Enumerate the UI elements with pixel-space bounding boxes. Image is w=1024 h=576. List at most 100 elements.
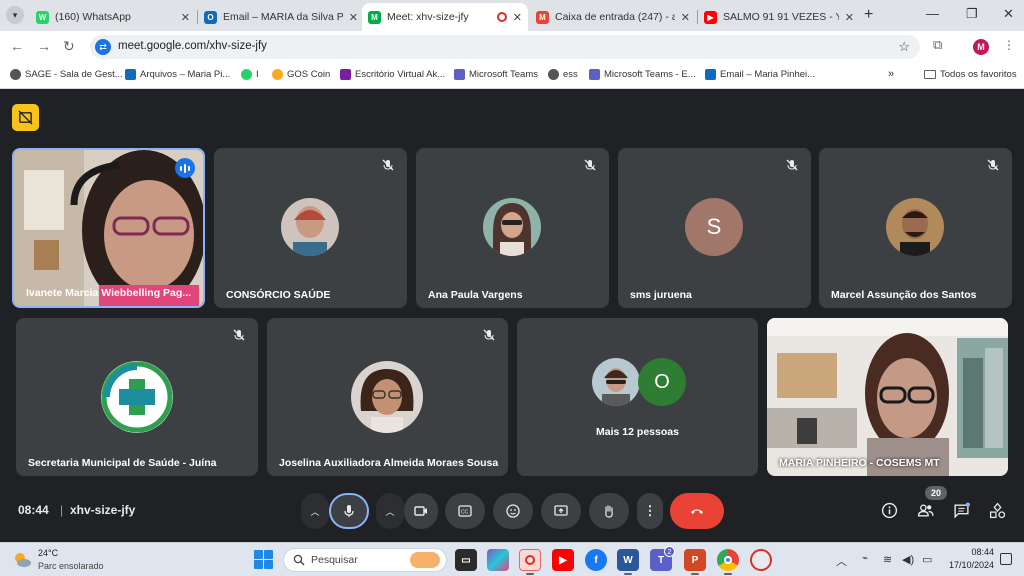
audio-options-button[interactable]: ︿ xyxy=(301,493,329,529)
bookmark-item[interactable]: Escritório Virtual Ak... xyxy=(340,69,445,80)
chevron-up-icon[interactable]: ︿ xyxy=(836,553,847,569)
participant-avatar xyxy=(281,198,339,256)
app-icon[interactable] xyxy=(750,549,772,571)
chrome-icon[interactable] xyxy=(717,549,739,571)
url-text[interactable]: meet.google.com/xhv-size-jfy xyxy=(118,40,267,52)
bookmark-item[interactable]: ess xyxy=(548,69,578,80)
youtube-icon[interactable]: ▶ xyxy=(552,549,574,571)
chat-button[interactable] xyxy=(951,500,971,520)
people-button[interactable] xyxy=(915,500,935,520)
minimize-button[interactable]: — xyxy=(926,6,939,21)
more-people-label: Mais 12 pessoas xyxy=(596,426,679,438)
tab-email[interactable]: O Email – MARIA da Silva Pinhe ✕ xyxy=(198,3,364,31)
more-options-button[interactable]: ⋮ xyxy=(637,493,663,529)
word-icon[interactable]: W xyxy=(617,549,639,571)
volume-icon[interactable]: ◀) xyxy=(902,553,914,566)
copilot-icon[interactable] xyxy=(487,549,509,571)
new-tab-button[interactable]: + xyxy=(864,6,873,24)
reactions-button[interactable] xyxy=(493,493,533,529)
bookmarks-bar: SAGE - Sala de Gest... Arquivos – Maria … xyxy=(0,63,1024,89)
forward-button[interactable]: → xyxy=(37,38,51,54)
bar-separator: | xyxy=(60,503,64,517)
meeting-details-button[interactable] xyxy=(879,500,899,520)
close-icon[interactable]: ✕ xyxy=(845,11,854,24)
bookmark-item[interactable]: Microsoft Teams - E... xyxy=(589,69,696,80)
weather-temperature[interactable]: 24°C xyxy=(38,548,58,558)
participant-tile[interactable]: S sms juruena xyxy=(618,148,811,308)
system-time[interactable]: 08:44 xyxy=(950,547,994,557)
hang-up-icon xyxy=(691,509,703,514)
close-icon[interactable]: ✕ xyxy=(181,11,190,24)
notification-icon[interactable] xyxy=(1000,553,1012,565)
wifi-icon[interactable]: ≋ xyxy=(883,553,892,566)
bookmark-item[interactable]: Arquivos – Maria Pi... xyxy=(125,69,230,80)
bookmark-star-icon[interactable]: ☆ xyxy=(898,39,910,55)
address-bar[interactable]: ⇄ meet.google.com/xhv-size-jfy ☆ xyxy=(90,35,920,59)
tab-whatsapp[interactable]: W (160) WhatsApp ✕ xyxy=(30,3,196,31)
close-icon[interactable]: ✕ xyxy=(349,11,358,24)
participant-tile[interactable]: Secretaria Municipal de Saúde - Juína xyxy=(16,318,258,476)
tab-meet[interactable]: M Meet: xhv-size-jfy ✕ xyxy=(362,3,528,31)
close-icon[interactable]: ✕ xyxy=(681,11,690,24)
search-highlight-icon xyxy=(410,552,440,568)
participant-video xyxy=(767,318,1008,476)
tab-youtube[interactable]: ▶ SALMO 91 91 VEZES - YouTu ✕ xyxy=(698,3,860,31)
close-icon[interactable]: ✕ xyxy=(513,11,522,24)
active-app-indicator xyxy=(624,573,632,575)
usb-icon[interactable]: ⌁ xyxy=(862,553,868,564)
close-window-button[interactable]: ✕ xyxy=(1003,6,1014,22)
chrome-center xyxy=(724,556,732,564)
participant-avatar xyxy=(886,198,944,256)
back-button[interactable]: ← xyxy=(10,38,24,54)
overflow-participants-tile[interactable]: O Mais 12 pessoas xyxy=(517,318,758,476)
all-bookmarks-button[interactable]: Todos os favoritos xyxy=(924,69,1017,80)
bookmark-item[interactable]: GOS Coin xyxy=(272,69,330,80)
mic-off-icon xyxy=(987,159,999,171)
bookmark-item[interactable]: I xyxy=(241,69,259,80)
site-info-icon[interactable]: ⇄ xyxy=(95,39,111,55)
participant-tile[interactable]: MARIA PINHEIRO - COSEMS MT xyxy=(767,318,1008,476)
powerpoint-icon[interactable]: P xyxy=(684,549,706,571)
present-screen-button[interactable] xyxy=(541,493,581,529)
active-app-indicator xyxy=(724,573,732,575)
weather-condition[interactable]: Parc ensolarado xyxy=(38,561,104,571)
task-view-icon[interactable]: ▭ xyxy=(455,549,477,571)
system-date[interactable]: 17/10/2024 xyxy=(943,560,994,570)
participant-tile[interactable]: CONSÓRCIO SAÚDE xyxy=(214,148,407,308)
tab-gmail[interactable]: M Caixa de entrada (247) - apo ✕ xyxy=(530,3,696,31)
battery-icon[interactable]: ▭ xyxy=(922,553,932,566)
mic-off-icon xyxy=(584,159,596,171)
bookmark-item[interactable]: SAGE - Sala de Gest... xyxy=(10,69,123,80)
bookmarks-overflow-button[interactable]: » xyxy=(888,68,894,80)
captions-off-icon[interactable] xyxy=(12,104,39,131)
mic-off-icon xyxy=(382,159,394,171)
captions-button[interactable]: CC xyxy=(445,493,485,529)
participant-tile[interactable]: Ana Paula Vargens xyxy=(416,148,609,308)
leave-call-button[interactable] xyxy=(670,493,724,529)
activities-button[interactable] xyxy=(987,500,1007,520)
participant-tile[interactable]: Joselina Auxiliadora Almeida Moraes Sous… xyxy=(267,318,508,476)
partly-sunny-icon[interactable] xyxy=(12,550,32,570)
camera-button[interactable] xyxy=(404,493,438,529)
recording-app-icon[interactable] xyxy=(519,549,541,571)
tab-search-button[interactable]: ▾ xyxy=(6,6,24,24)
profile-avatar[interactable]: M xyxy=(973,39,989,55)
facebook-icon[interactable]: f xyxy=(585,549,607,571)
extensions-icon[interactable]: ⧉ xyxy=(933,37,942,53)
video-options-button[interactable]: ︿ xyxy=(376,493,404,529)
folder-icon xyxy=(924,70,936,79)
reload-button[interactable]: ↻ xyxy=(63,38,75,55)
participant-name: Ana Paula Vargens xyxy=(428,289,523,301)
participant-tile[interactable]: Ivanete Marcia Wiebbelling Pag... xyxy=(12,148,205,308)
participant-tile[interactable]: Marcel Assunção dos Santos xyxy=(819,148,1012,308)
start-button[interactable] xyxy=(254,550,273,569)
bookmark-item[interactable]: Email – Maria Pinhei... xyxy=(705,69,815,80)
restore-button[interactable]: ❐ xyxy=(966,6,978,22)
speaking-indicator-icon xyxy=(175,158,195,178)
bookmark-item[interactable]: Microsoft Teams xyxy=(454,69,538,80)
taskbar-search[interactable]: Pesquisar xyxy=(283,548,447,572)
browser-menu-icon[interactable]: ⋮ xyxy=(1003,38,1015,52)
microphone-button[interactable] xyxy=(329,493,369,529)
more-vert-icon: ⋮ xyxy=(643,503,657,518)
raise-hand-button[interactable] xyxy=(589,493,629,529)
